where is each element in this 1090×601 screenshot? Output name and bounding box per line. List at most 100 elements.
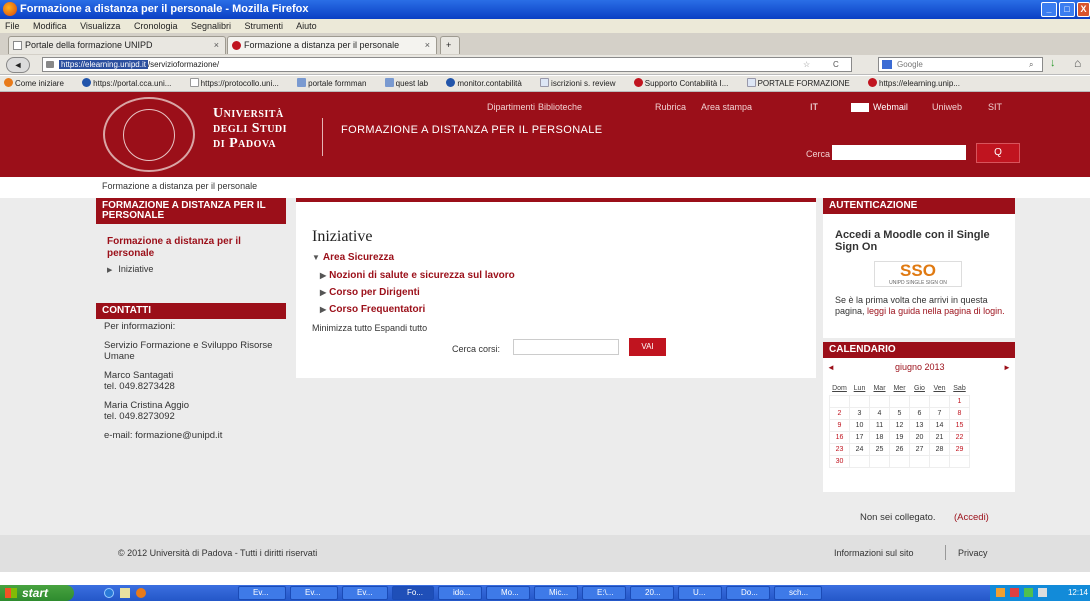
bookmark-item[interactable]: quest lab — [384, 78, 436, 88]
calendar-day[interactable]: 10 — [849, 418, 870, 432]
menu-cronologia[interactable]: Cronologia — [134, 21, 178, 31]
calendar-day[interactable]: 2 — [829, 406, 850, 420]
link-webmail[interactable]: Webmail — [873, 102, 908, 112]
ie-quicklaunch-icon[interactable] — [104, 588, 114, 598]
close-window-button[interactable]: X — [1077, 2, 1090, 17]
start-button[interactable]: start — [0, 585, 74, 601]
minimize-all-link[interactable]: Minimizza tutto — [312, 323, 372, 333]
firefox-quicklaunch-icon[interactable] — [136, 588, 146, 598]
taskbar-button[interactable]: Mo... — [486, 586, 530, 600]
calendar-day[interactable]: 13 — [909, 418, 930, 432]
calendar-day[interactable]: 17 — [849, 430, 870, 444]
calendar-day[interactable]: 20 — [909, 430, 930, 444]
category-area-sicurezza[interactable]: ▼ Area Sicurezza — [312, 252, 394, 263]
web-search-box[interactable]: Google ⌕ — [878, 57, 1043, 72]
course-item[interactable]: ▶ Nozioni di salute e sicurezza sul lavor… — [320, 270, 515, 281]
desktop-quicklaunch-icon[interactable] — [120, 588, 130, 598]
home-icon[interactable]: ⌂ — [1074, 56, 1081, 70]
site-search-button[interactable]: Q — [976, 143, 1020, 163]
tray-icon[interactable] — [996, 588, 1005, 597]
calendar-day[interactable]: 4 — [869, 406, 890, 420]
course-item[interactable]: ▶ Corso per Dirigenti — [320, 287, 420, 298]
site-info-link[interactable]: Informazioni sul sito — [834, 548, 914, 558]
taskbar-button[interactable]: sch... — [774, 586, 822, 600]
minimize-button[interactable]: _ — [1041, 2, 1057, 17]
calendar-day[interactable]: 23 — [829, 442, 850, 456]
calendar-day[interactable]: 30 — [829, 454, 850, 468]
next-month-icon[interactable]: ► — [1003, 363, 1011, 372]
calendar-day[interactable]: 25 — [869, 442, 890, 456]
calendar-day[interactable]: 29 — [949, 442, 970, 456]
calendar-day[interactable]: 19 — [889, 430, 910, 444]
bookmark-item[interactable]: Come iniziare — [4, 78, 72, 88]
university-seal-logo[interactable] — [103, 97, 195, 172]
taskbar-button[interactable]: 20... — [630, 586, 674, 600]
link-rubrica[interactable]: Rubrica — [655, 102, 686, 112]
calendar-day[interactable]: 3 — [849, 406, 870, 420]
taskbar-button[interactable]: Mic... — [534, 586, 578, 600]
taskbar-button[interactable]: E:\... — [582, 586, 626, 600]
link-biblioteche[interactable]: Biblioteche — [538, 102, 582, 112]
menu-modifica[interactable]: Modifica — [33, 21, 67, 31]
university-name[interactable]: Università degli Studi di Padova — [213, 106, 287, 151]
course-item-iniziative[interactable]: Iniziative — [118, 264, 153, 274]
calendar-day[interactable]: 28 — [929, 442, 950, 456]
calendar-day[interactable]: 5 — [889, 406, 910, 420]
calendar-day[interactable]: 16 — [829, 430, 850, 444]
calendar-day[interactable]: 9 — [829, 418, 850, 432]
tab-formazione[interactable]: Formazione a distanza per il personale × — [227, 36, 437, 54]
bookmark-item[interactable]: monitor.contabilità — [446, 78, 529, 88]
calendar-day[interactable]: 8 — [949, 406, 970, 420]
calendar-day[interactable]: 18 — [869, 430, 890, 444]
menu-segnalibri[interactable]: Segnalibri — [191, 21, 231, 31]
taskbar-button[interactable]: Ev... — [238, 586, 286, 600]
breadcrumb[interactable]: Formazione a distanza per il personale — [102, 181, 257, 191]
taskbar-button[interactable]: ido... — [438, 586, 482, 600]
contact-email[interactable]: e-mail: formazione@unipd.it — [104, 430, 278, 441]
url-bar[interactable]: https://elearning.unipd.it/servizioforma… — [42, 57, 852, 72]
link-uniweb[interactable]: Uniweb — [932, 102, 962, 112]
bookmark-item[interactable]: https://portal.cca.uni... — [82, 78, 179, 88]
taskbar-button[interactable]: Fo... — [392, 586, 434, 600]
site-search-input[interactable] — [832, 145, 966, 160]
bookmark-item[interactable]: Supporto Contabilità I... — [633, 78, 737, 88]
bookmark-item[interactable]: https://elearning.unip... — [868, 78, 968, 88]
privacy-link[interactable]: Privacy — [958, 548, 988, 558]
link-it[interactable]: IT — [810, 102, 818, 112]
back-button[interactable]: ◄ — [6, 57, 30, 73]
calendar-day[interactable]: 22 — [949, 430, 970, 444]
calendar-day[interactable]: 26 — [889, 442, 910, 456]
calendar-day[interactable]: 24 — [849, 442, 870, 456]
menu-aiuto[interactable]: Aiuto — [296, 21, 317, 31]
course-search-button[interactable]: VAI — [629, 338, 666, 356]
calendar-day[interactable]: 12 — [889, 418, 910, 432]
calendar-day[interactable]: 14 — [929, 418, 950, 432]
tab-close-icon[interactable]: × — [214, 37, 219, 53]
download-icon[interactable]: ↓ — [1050, 57, 1056, 69]
course-search-input[interactable] — [513, 339, 619, 355]
calendar-day[interactable]: 1 — [949, 394, 970, 408]
link-area-stampa[interactable]: Area stampa — [701, 102, 752, 112]
calendar-day[interactable]: 27 — [909, 442, 930, 456]
taskbar-button[interactable]: Ev... — [290, 586, 338, 600]
bookmark-star-icon[interactable]: ☆ — [803, 58, 810, 71]
link-dipartimenti[interactable]: Dipartimenti — [487, 102, 535, 112]
tab-close-icon[interactable]: × — [425, 37, 430, 53]
expand-all-link[interactable]: Espandi tutto — [375, 323, 428, 333]
menu-file[interactable]: File — [5, 21, 20, 31]
tray-icon[interactable] — [1010, 588, 1019, 597]
menu-visualizza[interactable]: Visualizza — [80, 21, 120, 31]
course-link[interactable]: Formazione a distanza per il personale — [107, 236, 275, 260]
bookmark-item[interactable]: https://protocollo.uni... — [189, 78, 287, 88]
new-tab-button[interactable]: + — [440, 36, 460, 54]
calendar-month[interactable]: giugno 2013 — [895, 362, 945, 372]
bookmark-item[interactable]: PORTALE FORMAZIONE — [746, 78, 858, 88]
login-link[interactable]: (Accedi) — [954, 512, 989, 523]
link-sit[interactable]: SIT — [988, 102, 1002, 112]
calendar-day[interactable]: 15 — [949, 418, 970, 432]
course-item[interactable]: ▶ Corso Frequentatori — [320, 304, 425, 315]
tray-icon[interactable] — [1024, 588, 1033, 597]
prev-month-icon[interactable]: ◄ — [827, 363, 835, 372]
sso-login-button[interactable]: SSO UNIPD SINGLE SIGN ON — [874, 261, 962, 287]
search-icon[interactable]: ⌕ — [1029, 58, 1033, 71]
